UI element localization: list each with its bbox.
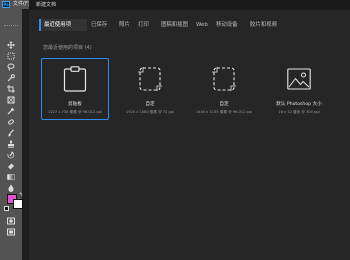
lasso-tool-icon[interactable] <box>6 63 16 71</box>
preset-name: 剪贴板 <box>68 102 82 107</box>
tab-film-video[interactable]: 胶片和视频 <box>250 21 277 29</box>
crop-tool-icon[interactable] <box>6 85 16 93</box>
default-colors-icon[interactable] <box>4 206 9 211</box>
move-tool-icon[interactable] <box>6 41 16 49</box>
gradient-tool-icon[interactable] <box>6 173 16 181</box>
preset-name: 自定 <box>145 102 155 107</box>
healing-brush-tool-icon[interactable] <box>6 118 16 126</box>
preset-tabs: 最近使用项 已保存 照片 打印 图稿和插图 Web 移动设备 胶片和视频 <box>29 19 350 32</box>
brush-tool-icon[interactable] <box>6 129 16 137</box>
tab-recent[interactable]: 最近使用项 <box>44 21 71 29</box>
eraser-tool-icon[interactable] <box>6 162 16 170</box>
history-brush-tool-icon[interactable] <box>6 151 16 159</box>
dialog-titlebar: 新建文档 <box>29 0 350 10</box>
frame-tool-icon[interactable] <box>6 96 16 104</box>
dialog-title: 新建文档 <box>36 2 57 8</box>
quick-mask-icon[interactable] <box>6 217 16 225</box>
tab-mobile[interactable]: 移动设备 <box>216 21 238 29</box>
recent-items-label: 您最近使用的项目 (4) <box>43 45 92 51</box>
clone-stamp-tool-icon[interactable] <box>6 140 16 148</box>
preset-card[interactable]: 默认 Photoshop 大小 16 x 12 厘米 @ 300 ppi <box>265 58 333 120</box>
background-color-swatch[interactable] <box>13 199 23 209</box>
tab-art-illustration[interactable]: 图稿和插图 <box>161 21 188 29</box>
preset-detail: 16 x 12 厘米 @ 300 ppi <box>278 110 320 114</box>
preset-detail: 1227 x 734 像素 @ 96.012 ppi <box>48 110 102 114</box>
eyedropper-tool-icon[interactable] <box>6 107 16 115</box>
preset-card[interactable]: 自定 1920 x 1080 像素 @ 72 ppi <box>116 58 184 120</box>
tools-panel: ↰ <box>0 9 23 260</box>
custom-document-icon <box>138 66 162 92</box>
swap-colors-icon[interactable]: ↰ <box>19 192 23 198</box>
preset-card[interactable]: 剪贴板 1227 x 734 像素 @ 96.012 ppi <box>41 58 109 120</box>
preset-detail: 1920 x 1080 像素 @ 72 ppi <box>125 110 175 114</box>
panel-grip[interactable] <box>4 25 18 28</box>
preset-detail: 1440 x 1135 像素 @ 96.012 ppi <box>195 110 253 114</box>
custom-document-icon <box>212 66 236 92</box>
screen-mode-icon[interactable] <box>6 228 16 236</box>
tab-web[interactable]: Web <box>196 21 208 29</box>
tab-saved[interactable]: 已保存 <box>91 21 107 29</box>
tab-print[interactable]: 打印 <box>138 21 149 29</box>
photoshop-logo: Ps <box>2 1 10 8</box>
marquee-tool-icon[interactable] <box>6 52 16 60</box>
tab-photo[interactable]: 照片 <box>119 21 130 29</box>
new-document-dialog: 新建文档 最近使用项 已保存 照片 打印 图稿和插图 Web 移动设备 胶片和视… <box>29 0 350 260</box>
preset-name: 默认 Photoshop 大小 <box>276 102 322 107</box>
blur-tool-icon[interactable] <box>6 184 16 192</box>
image-document-icon <box>287 66 311 92</box>
preset-card[interactable]: 自定 1440 x 1135 像素 @ 96.012 ppi <box>190 58 258 120</box>
menu-file[interactable]: 文件(F) <box>13 1 30 8</box>
quick-selection-tool-icon[interactable] <box>6 74 16 82</box>
preset-name: 自定 <box>219 102 229 107</box>
clipboard-icon <box>63 66 87 92</box>
